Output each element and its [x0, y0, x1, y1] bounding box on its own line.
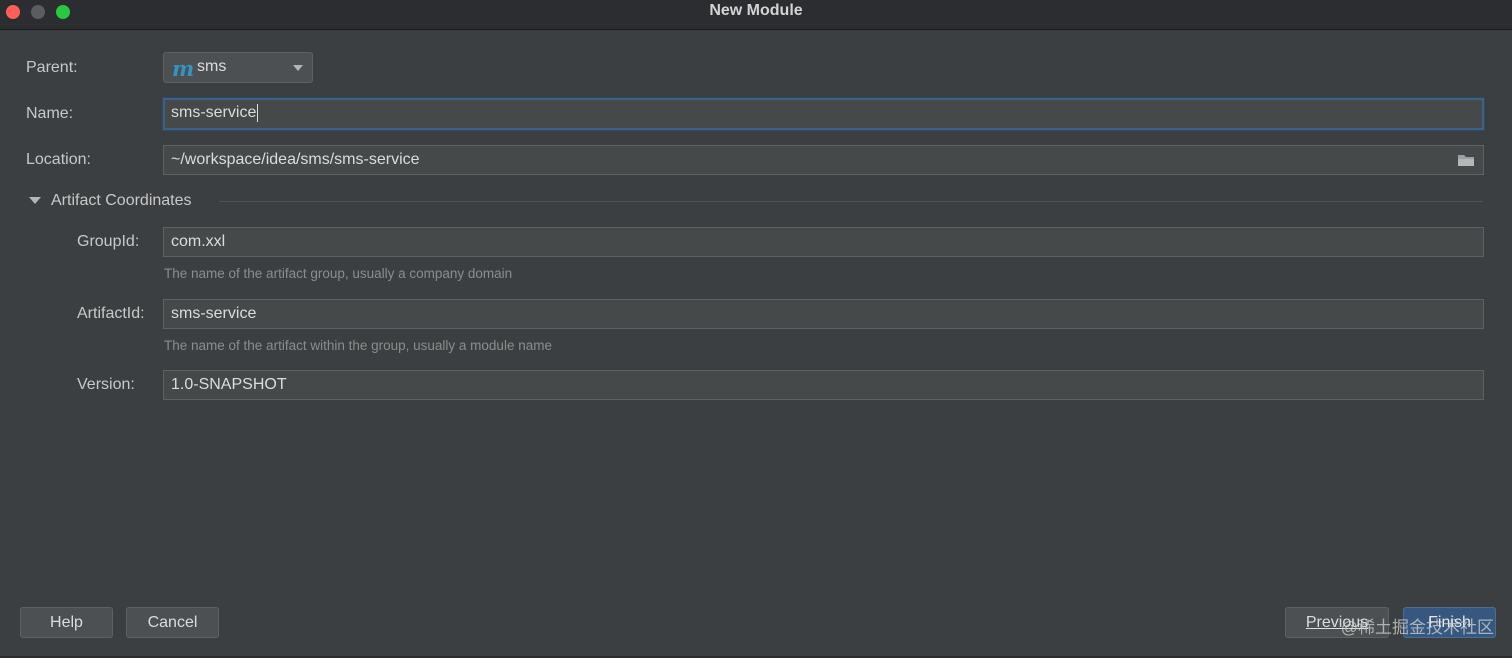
groupid-value: com.xxl: [171, 233, 226, 250]
watermark: @稀土掘金技术社区: [1340, 618, 1494, 637]
parent-label: Parent:: [26, 59, 78, 76]
version-value: 1.0-SNAPSHOT: [171, 376, 287, 393]
title-bar: New Module: [0, 0, 1512, 30]
location-value: ~/workspace/idea/sms/sms-service: [171, 151, 420, 168]
artifactid-label: ArtifactId:: [77, 305, 145, 322]
artifactid-input[interactable]: sms-service: [163, 299, 1484, 329]
name-label: Name:: [26, 105, 74, 122]
groupid-input[interactable]: com.xxl: [163, 227, 1484, 257]
version-input[interactable]: 1.0-SNAPSHOT: [163, 370, 1484, 400]
maven-module-icon: m: [172, 56, 195, 81]
location-input[interactable]: ~/workspace/idea/sms/sms-service: [163, 145, 1484, 175]
text-caret: [257, 103, 259, 122]
help-button[interactable]: Help: [20, 607, 113, 638]
collapse-arrow-icon[interactable]: [29, 197, 41, 204]
parent-dropdown[interactable]: m sms: [163, 52, 313, 83]
artifactid-value: sms-service: [171, 305, 257, 322]
folder-icon[interactable]: [1457, 153, 1475, 167]
cancel-button[interactable]: Cancel: [126, 607, 219, 638]
window-title: New Module: [709, 2, 803, 19]
section-title[interactable]: Artifact Coordinates: [51, 191, 192, 211]
version-label: Version:: [77, 376, 135, 393]
location-label: Location:: [26, 151, 91, 168]
groupid-hint: The name of the artifact group, usually …: [164, 266, 513, 281]
section-divider: [219, 201, 1483, 202]
name-input[interactable]: sms-service: [163, 98, 1484, 130]
groupid-label: GroupId:: [77, 233, 140, 250]
parent-value: sms: [197, 58, 227, 75]
chevron-down-icon: [293, 65, 303, 71]
name-value: sms-service: [171, 104, 257, 121]
artifactid-hint: The name of the artifact within the grou…: [164, 338, 552, 353]
